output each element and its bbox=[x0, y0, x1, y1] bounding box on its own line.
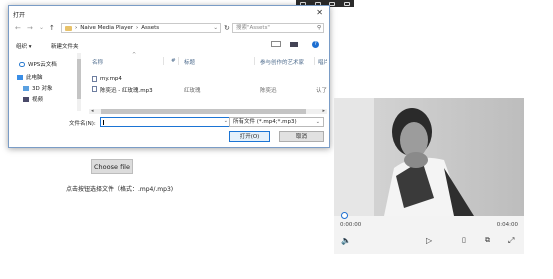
file-list: ^ 名称 # 标题 参与创作的艺术家 唱片 my.mp4 陈奕迅 - 红玫瑰.m… bbox=[89, 51, 327, 111]
breadcrumb-item[interactable]: Assets bbox=[141, 25, 159, 31]
new-folder-button[interactable]: 新建文件夹 bbox=[51, 42, 79, 50]
breadcrumb-sep: › bbox=[136, 25, 139, 31]
file-album: 认了 bbox=[316, 88, 327, 94]
file-name: 陈奕迅 - 红玫瑰.mp3 bbox=[100, 88, 153, 94]
scroll-right-icon[interactable]: ▸ bbox=[322, 108, 325, 114]
dialog-toolbar: 组织 ▾ 新建文件夹 ? bbox=[13, 41, 325, 50]
file-title: 红玫瑰 bbox=[184, 88, 201, 94]
video-folder-icon bbox=[23, 96, 29, 102]
choose-file-button[interactable]: Choose file bbox=[91, 159, 133, 174]
help-icon[interactable]: ? bbox=[312, 41, 319, 48]
text-caret bbox=[103, 120, 104, 125]
sidebar-item-videos[interactable]: 视频 bbox=[23, 95, 43, 103]
cube-icon bbox=[23, 85, 29, 91]
open-file-dialog: 打开 ✕ ← → ⌄ ↑ › Naive Media Player › Asse… bbox=[8, 5, 330, 148]
column-header-title[interactable]: 标题 bbox=[184, 58, 195, 66]
scrollbar-thumb[interactable] bbox=[77, 59, 81, 99]
breadcrumb-sep: › bbox=[75, 25, 78, 31]
audio-file-icon bbox=[92, 86, 97, 92]
search-placeholder: 搜索"Assets" bbox=[236, 25, 270, 31]
scrollbar-thumb[interactable] bbox=[101, 109, 306, 114]
file-artist: 陈奕迅 bbox=[260, 88, 277, 94]
file-row[interactable]: my.mp4 bbox=[92, 75, 327, 84]
address-row: ← → ⌄ ↑ › Naive Media Player › Assets ⌄ … bbox=[13, 23, 325, 35]
video-file-icon bbox=[92, 76, 97, 82]
close-icon[interactable]: ✕ bbox=[316, 8, 323, 17]
computer-icon bbox=[17, 74, 23, 80]
chevron-down-icon[interactable]: ⌄ bbox=[213, 25, 218, 31]
column-divider[interactable] bbox=[254, 57, 255, 65]
chevron-down-icon[interactable]: ⌄ bbox=[224, 118, 228, 124]
scroll-left-icon[interactable]: ◂ bbox=[91, 108, 94, 114]
search-icon: ⚲ bbox=[316, 25, 321, 31]
recent-dropdown-icon[interactable]: ⌄ bbox=[39, 24, 44, 31]
column-header-album[interactable]: 唱片 bbox=[318, 58, 327, 66]
cast-icon[interactable]: ⧉ bbox=[485, 236, 490, 245]
nav-pane: WPS云文档 此电脑 3D 对象 视频 bbox=[13, 53, 79, 113]
picture-in-picture-icon[interactable]: ▯ bbox=[462, 236, 466, 244]
up-folder-icon[interactable]: ↑ bbox=[49, 24, 55, 32]
sort-caret-icon: ^ bbox=[132, 52, 137, 58]
sidebar-item-this-pc[interactable]: 此电脑 bbox=[17, 73, 43, 81]
file-row[interactable]: 陈奕迅 - 红玫瑰.mp3 红玫瑰 陈奕迅 认了 bbox=[92, 85, 327, 94]
media-player: 0:00:00 0:04:00 🔈 ▷ ▯ ⧉ ⤢ bbox=[334, 98, 524, 254]
forward-arrow-icon[interactable]: → bbox=[27, 24, 33, 32]
column-divider[interactable] bbox=[314, 57, 315, 65]
search-input[interactable]: 搜索"Assets" ⚲ bbox=[232, 23, 324, 33]
column-header-artist[interactable]: 参与创作的艺术家 bbox=[260, 58, 304, 66]
preview-pane-icon[interactable] bbox=[290, 42, 298, 47]
fullscreen-icon[interactable]: ⤢ bbox=[508, 236, 514, 246]
view-options-icon[interactable] bbox=[271, 41, 281, 47]
folder-icon bbox=[65, 25, 72, 31]
cloud-icon bbox=[19, 61, 25, 67]
filetype-select[interactable]: 所有文件 (*.mp4;*.mp3) ⌄ bbox=[229, 117, 324, 127]
video-frame[interactable] bbox=[334, 98, 524, 216]
organize-button[interactable]: 组织 ▾ bbox=[16, 42, 32, 50]
sidebar-item-wps-cloud[interactable]: WPS云文档 bbox=[19, 60, 57, 68]
dialog-title: 打开 bbox=[13, 12, 26, 19]
progress-handle[interactable] bbox=[341, 212, 348, 219]
back-arrow-icon[interactable]: ← bbox=[15, 24, 21, 32]
format-hint: 点击按钮选择文件（格式：.mp4/.mp3) bbox=[66, 186, 174, 193]
toolbar-icon[interactable] bbox=[329, 1, 336, 6]
column-divider[interactable] bbox=[178, 57, 179, 65]
column-divider[interactable] bbox=[163, 57, 164, 65]
column-header-number[interactable]: # bbox=[171, 58, 176, 64]
sidebar-item-label: WPS云文档 bbox=[28, 62, 57, 68]
file-name: my.mp4 bbox=[100, 76, 122, 82]
filename-label: 文件名(N): bbox=[69, 121, 96, 127]
current-time: 0:00:00 bbox=[340, 222, 362, 228]
column-header-name[interactable]: 名称 bbox=[92, 58, 103, 66]
play-icon[interactable]: ▷ bbox=[426, 236, 432, 245]
sidebar-item-label: 此电脑 bbox=[26, 75, 43, 81]
breadcrumb-item[interactable]: Naive Media Player bbox=[80, 25, 133, 31]
filetype-value: 所有文件 (*.mp4;*.mp3) bbox=[233, 119, 297, 125]
file-list-scrollbar[interactable]: ◂ ▸ bbox=[89, 108, 327, 114]
nav-pane-scrollbar[interactable] bbox=[77, 53, 81, 111]
filename-input[interactable]: ⌄ bbox=[100, 117, 232, 127]
toolbar-icon[interactable] bbox=[343, 1, 350, 6]
chevron-down-icon: ⌄ bbox=[315, 119, 320, 125]
video-still-image bbox=[334, 98, 524, 216]
sidebar-item-label: 视频 bbox=[32, 97, 44, 103]
open-button[interactable]: 打开(O) bbox=[229, 131, 270, 142]
refresh-icon[interactable]: ↻ bbox=[224, 24, 230, 32]
duration: 0:04:00 bbox=[496, 222, 518, 228]
address-bar[interactable]: › Naive Media Player › Assets ⌄ bbox=[61, 23, 221, 33]
cancel-button[interactable]: 取消 bbox=[279, 131, 324, 142]
sidebar-item-label: 3D 对象 bbox=[32, 86, 53, 92]
sidebar-item-3d-objects[interactable]: 3D 对象 bbox=[23, 84, 52, 92]
volume-icon[interactable]: 🔈 bbox=[341, 236, 351, 245]
